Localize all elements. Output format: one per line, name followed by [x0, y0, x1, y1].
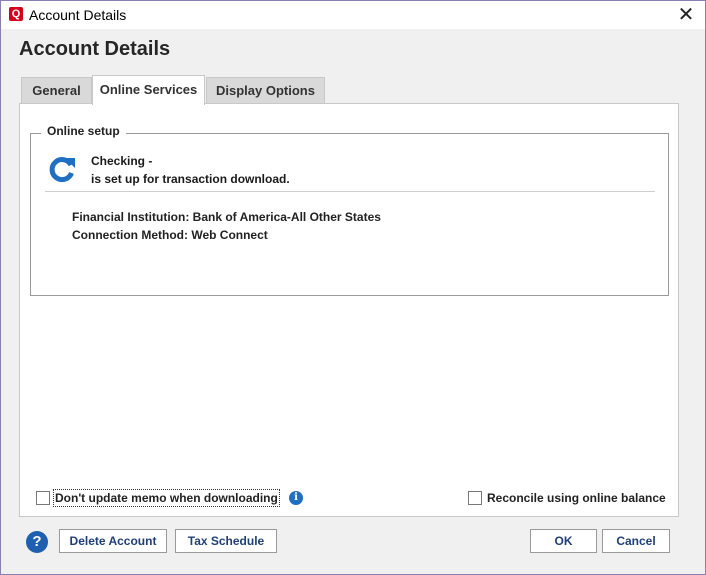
info-icon[interactable]: i — [289, 491, 303, 505]
tax-schedule-label: Tax Schedule — [187, 534, 265, 548]
reconcile-online-label[interactable]: Reconcile using online balance — [487, 491, 666, 505]
connection-method-label: Connection Method: — [72, 228, 188, 242]
delete-account-button[interactable]: Delete Account — [59, 529, 167, 553]
divider — [45, 191, 655, 192]
financial-institution-row: Financial Institution: Bank of America-A… — [72, 210, 381, 224]
page-title: Account Details — [19, 38, 171, 60]
cancel-button[interactable]: Cancel — [602, 529, 670, 553]
connection-method-row: Connection Method: Web Connect — [72, 228, 268, 242]
close-icon[interactable]: ✕ — [673, 3, 699, 27]
tab-general[interactable]: General — [21, 77, 92, 103]
account-name-text: Checking - — [91, 154, 153, 168]
tab-online-services[interactable]: Online Services — [92, 75, 205, 105]
help-icon[interactable]: ? — [26, 531, 48, 553]
title-bar: Q Account Details ✕ — [1, 1, 705, 29]
dont-update-memo-checkbox[interactable] — [36, 491, 50, 505]
financial-institution-value: Bank of America-All Other States — [192, 210, 381, 224]
dont-update-memo-label[interactable]: Don't update memo when downloading — [53, 489, 280, 507]
refresh-icon — [49, 157, 75, 183]
tab-panel-online-services: Online setup Checking - is set up for tr… — [19, 103, 679, 517]
tax-schedule-button[interactable]: Tax Schedule — [175, 529, 277, 553]
reconcile-online-checkbox[interactable] — [468, 491, 482, 505]
tab-display-options[interactable]: Display Options — [206, 77, 325, 103]
cancel-label: Cancel — [616, 534, 656, 548]
financial-institution-label: Financial Institution: — [72, 210, 190, 224]
delete-account-label: Delete Account — [69, 534, 157, 548]
account-details-window: Q Account Details ✕ Account Details Gene… — [0, 0, 706, 575]
setup-status-text: is set up for transaction download. — [91, 172, 290, 186]
online-setup-group: Online setup Checking - is set up for tr… — [30, 124, 669, 296]
ok-label: OK — [554, 534, 573, 548]
window-title: Account Details — [29, 7, 127, 23]
online-setup-legend: Online setup — [41, 124, 126, 138]
quicken-logo-icon: Q — [9, 7, 23, 21]
connection-method-value: Web Connect — [191, 228, 268, 242]
ok-button[interactable]: OK — [530, 529, 597, 553]
